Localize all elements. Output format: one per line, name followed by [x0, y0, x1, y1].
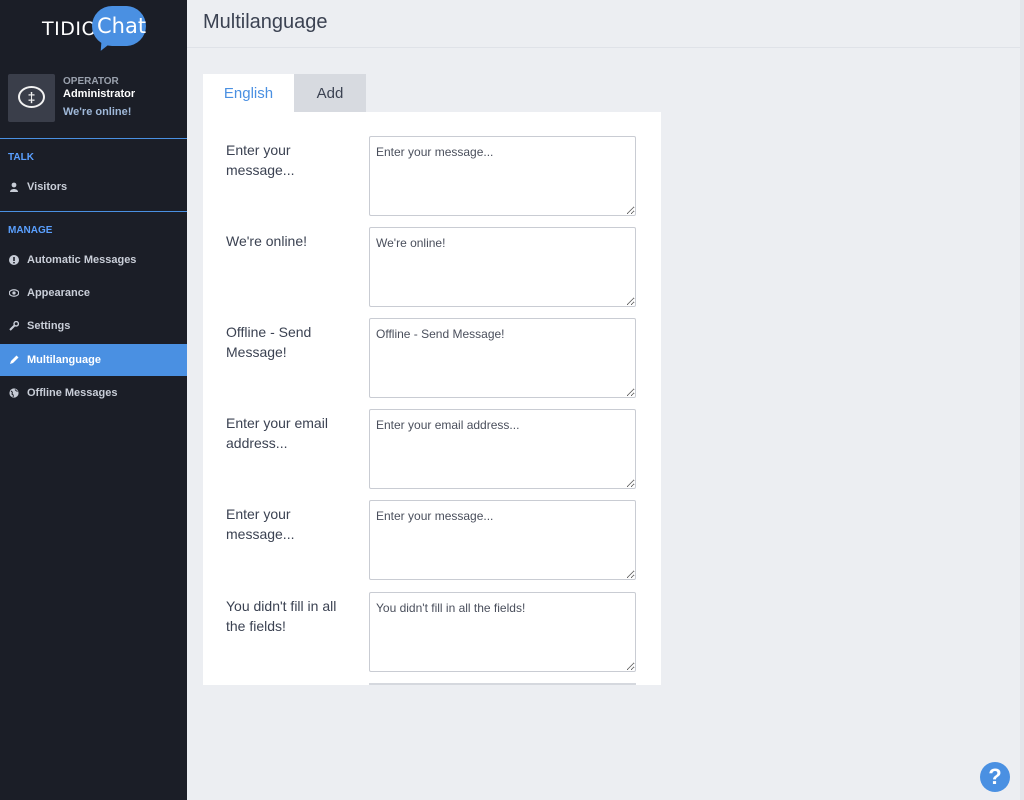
logo[interactable]: TIDIO Chat [42, 6, 152, 55]
translation-input[interactable]: You didn't fill in all the fields! [369, 592, 636, 672]
operator-name: Administrator [63, 88, 136, 100]
translation-row: You didn't fill in all the fields! You d… [203, 592, 661, 672]
page-header: Multilanguage [187, 0, 1024, 48]
translation-row: Enter your message... Enter your message… [203, 500, 661, 580]
language-tabs: English Add [203, 74, 366, 112]
sidebar-divider [0, 138, 187, 139]
info-icon [9, 255, 19, 265]
sidebar-item-multilanguage[interactable]: Multilanguage [0, 344, 187, 376]
translations-panel: Enter your message... Enter your message… [203, 112, 661, 685]
translation-label: You didn't fill in all the fields! [226, 598, 337, 634]
sidebar-item-label: Visitors [27, 181, 68, 193]
pencil-icon [9, 355, 19, 365]
operator-card: ‡ OPERATOR Administrator We're online! [8, 74, 183, 124]
translation-input[interactable]: We're online! [369, 227, 636, 307]
wrench-icon [9, 321, 19, 331]
avatar-mark: ‡ [27, 89, 36, 105]
operator-role: OPERATOR [63, 76, 119, 87]
translation-label: Enter your message... [226, 142, 295, 178]
translation-input[interactable]: Enter your email address... [369, 409, 636, 489]
translation-row: Offline - Send Message! Offline - Send M… [203, 318, 661, 398]
user-icon [9, 182, 19, 192]
next-row-edge [369, 683, 636, 685]
page-title: Multilanguage [203, 11, 328, 33]
translation-label: Enter your message... [226, 506, 295, 542]
sidebar-item-label: Appearance [27, 287, 90, 299]
translation-row: We're online! We're online! [203, 227, 661, 307]
sidebar-item-label: Automatic Messages [27, 254, 137, 266]
sidebar-item-label: Multilanguage [27, 354, 101, 366]
sidebar-item-offline-messages[interactable]: Offline Messages [0, 377, 187, 409]
help-button[interactable]: ? [980, 762, 1010, 792]
sidebar-item-automatic-messages[interactable]: Automatic Messages [0, 244, 187, 276]
translation-input[interactable]: Enter your message... [369, 136, 636, 216]
translation-row: Enter your email address... Enter your e… [203, 409, 661, 489]
eye-icon [9, 288, 19, 298]
translation-input[interactable]: Offline - Send Message! [369, 318, 636, 398]
translation-label: We're online! [226, 233, 308, 249]
logo-text-chat: Chat [97, 14, 147, 38]
operator-status: We're online! [63, 106, 132, 118]
help-icon: ? [988, 764, 1002, 789]
translation-label: Offline - Send Message! [226, 324, 312, 360]
translation-row: Enter your message... Enter your message… [203, 136, 661, 216]
sidebar-item-appearance[interactable]: Appearance [0, 277, 187, 309]
sidebar-item-label: Settings [27, 320, 71, 332]
avatar: ‡ [8, 74, 55, 122]
section-title-talk: TALK [8, 152, 34, 163]
section-title-manage: MANAGE [8, 225, 53, 236]
tab-english[interactable]: English [203, 74, 294, 112]
chat-avatar-icon: ‡ [18, 86, 45, 108]
logo-text-tidio: TIDIO [42, 18, 97, 40]
translation-input[interactable]: Enter your message... [369, 500, 636, 580]
translation-label: Enter your email address... [226, 415, 328, 451]
sidebar-item-settings[interactable]: Settings [0, 310, 187, 342]
sidebar-divider [0, 211, 187, 212]
sidebar: TIDIO Chat ‡ OPERATOR Administrator We'r… [0, 0, 187, 800]
window-edge [1020, 0, 1024, 800]
sidebar-item-label: Offline Messages [27, 387, 118, 399]
tab-add[interactable]: Add [294, 74, 366, 112]
globe-icon [9, 388, 19, 398]
sidebar-item-visitors[interactable]: Visitors [0, 171, 187, 203]
